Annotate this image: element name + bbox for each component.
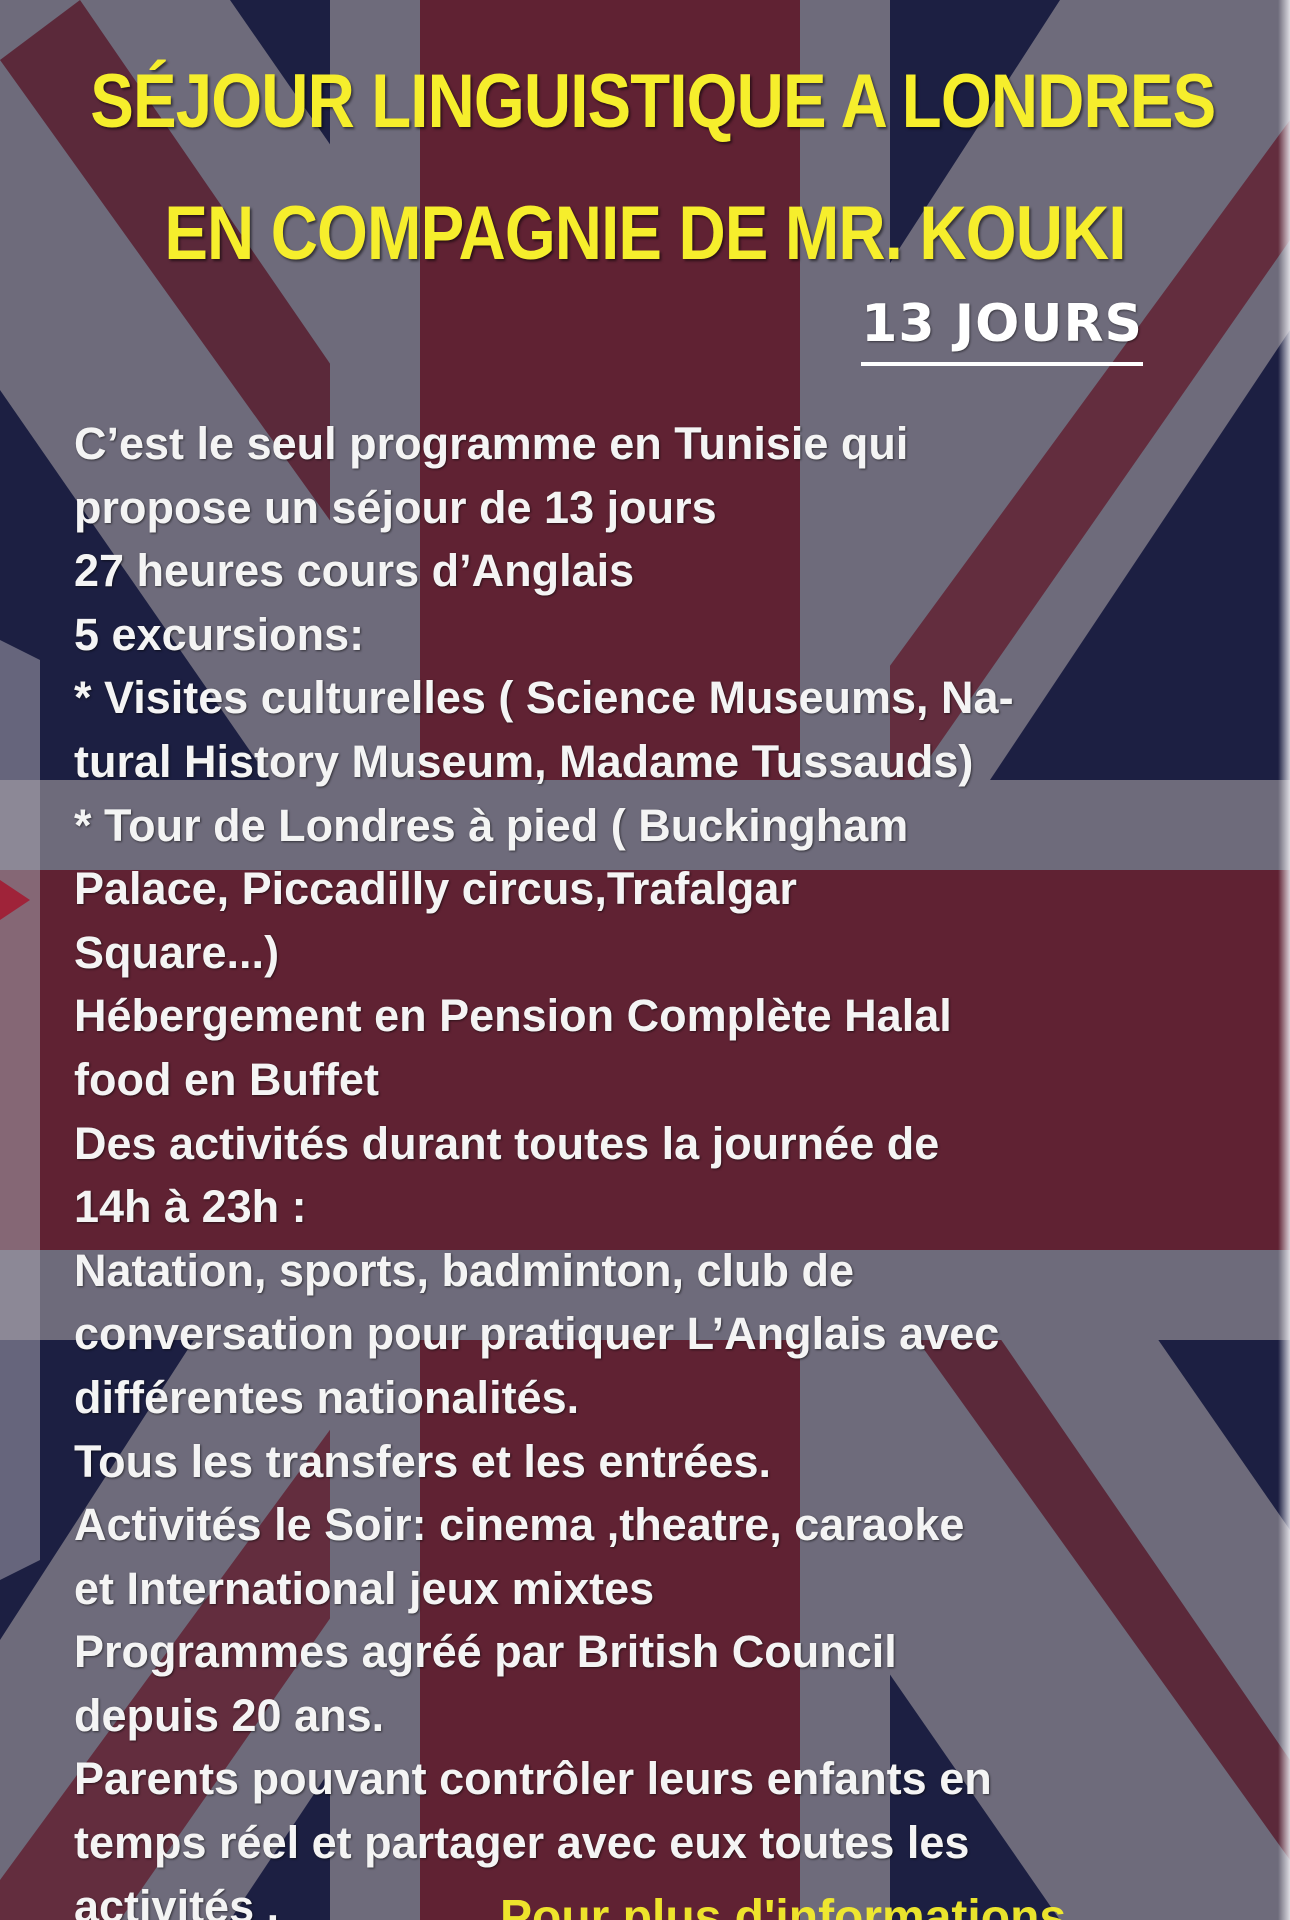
description-line: Natation, sports, badminton, club de bbox=[74, 1244, 855, 1296]
description-line: 14h à 23h : bbox=[74, 1181, 307, 1233]
description-line: Programmes agréé par British Council bbox=[74, 1626, 897, 1678]
description-line: Parents pouvant contrôler leurs enfants … bbox=[74, 1753, 992, 1805]
poster: SÉJOUR LINGUISTIQUE A LONDRES EN COMPAGN… bbox=[0, 0, 1290, 1920]
description-line: Activités le Soir: cinema ,theatre, cara… bbox=[74, 1499, 965, 1551]
description-line: * Tour de Londres à pied ( Buckingham bbox=[74, 799, 909, 851]
program-description: C’est le seul programme en Tunisie qui p… bbox=[74, 412, 1264, 1920]
description-line: Hébergement en Pension Complète Halal bbox=[74, 990, 952, 1042]
right-edge-strip bbox=[1278, 0, 1290, 1920]
duration-badge: 13 JOURS bbox=[861, 298, 1143, 366]
description-line: depuis 20 ans. bbox=[74, 1689, 385, 1741]
description-line: temps réel et partager avec eux toutes l… bbox=[74, 1817, 970, 1869]
description-line: Des activités durant toutes la journée d… bbox=[74, 1117, 940, 1169]
description-line: Tous les transfers et les entrées. bbox=[74, 1435, 771, 1487]
footer-cut-off-text: Pour plus d'informations bbox=[500, 1891, 1067, 1920]
description-line: tural History Museum, Madame Tussauds) bbox=[74, 735, 974, 787]
description-line: propose un séjour de 13 jours bbox=[74, 481, 717, 533]
description-line: Square...) bbox=[74, 926, 280, 978]
description-line: différentes nationalités. bbox=[74, 1371, 580, 1423]
description-line: food en Buffet bbox=[74, 1053, 379, 1105]
title-line-2: EN COMPAGNIE DE MR. KOUKI bbox=[164, 191, 1126, 276]
description-line: et International jeux mixtes bbox=[74, 1562, 655, 1614]
title-line-1: SÉJOUR LINGUISTIQUE A LONDRES bbox=[90, 59, 1216, 144]
description-line: C’est le seul programme en Tunisie qui bbox=[74, 418, 909, 469]
description-line: * Visites culturelles ( Science Museums,… bbox=[74, 672, 1014, 724]
description-line: 27 heures cours d’Anglais bbox=[74, 545, 635, 597]
description-line: 5 excursions: bbox=[74, 608, 365, 660]
description-line: conversation pour pratiquer L’Anglais av… bbox=[74, 1308, 1000, 1360]
description-line: Palace, Piccadilly circus,Trafalgar bbox=[74, 863, 797, 915]
